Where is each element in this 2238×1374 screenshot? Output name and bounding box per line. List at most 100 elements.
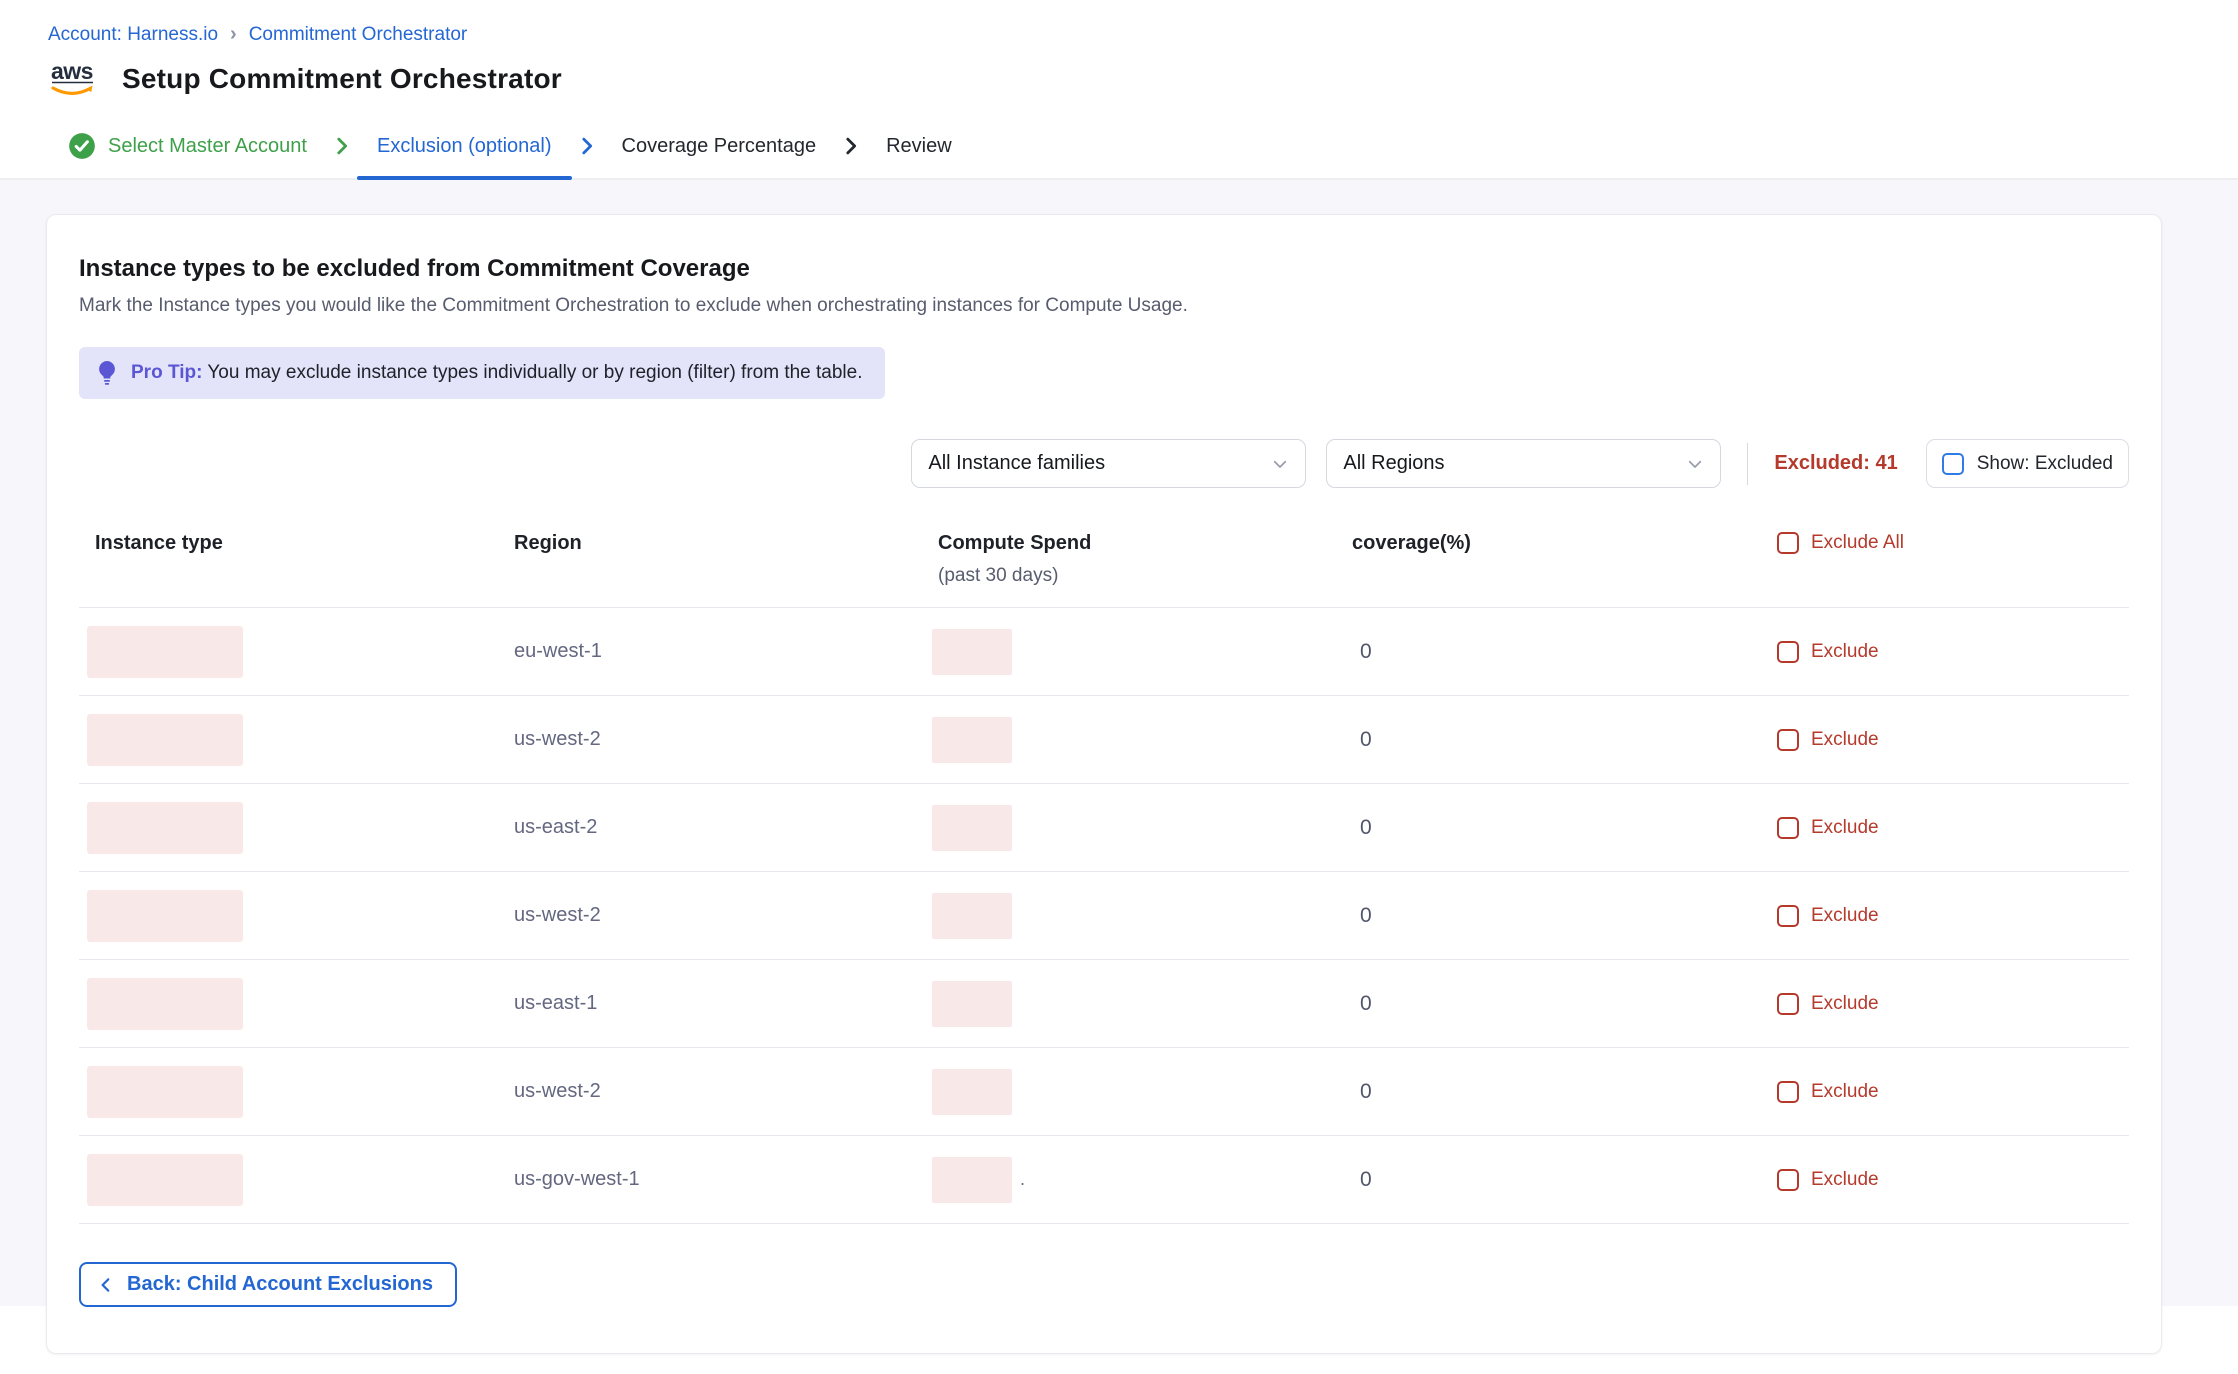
col-header-compute-spend: Compute Spend (past 30 days) [938, 532, 1352, 587]
step-label: Review [886, 135, 952, 158]
exclude-label: Exclude [1811, 729, 1879, 751]
exclude-control[interactable]: Exclude [1747, 1081, 2129, 1103]
table-row: us-west-2 0 Exclude [79, 872, 2129, 960]
step-label: Select Master Account [108, 135, 307, 158]
exclude-label: Exclude [1811, 817, 1879, 839]
instance-type-redacted [87, 714, 243, 766]
section-title: Instance types to be excluded from Commi… [79, 255, 2129, 283]
coverage-cell: 0 [1352, 904, 1747, 928]
instance-type-cell [79, 1066, 514, 1118]
exclude-label: Exclude [1811, 905, 1879, 927]
exclude-checkbox[interactable] [1777, 729, 1799, 751]
instance-type-redacted [87, 1154, 243, 1206]
regions-value: All Regions [1343, 452, 1444, 475]
instance-families-dropdown[interactable]: All Instance families [911, 439, 1306, 488]
exclude-control[interactable]: Exclude [1747, 905, 2129, 927]
exclude-checkbox[interactable] [1777, 905, 1799, 927]
coverage-cell: 0 [1352, 1168, 1747, 1192]
exclude-checkbox[interactable] [1777, 817, 1799, 839]
exclude-control[interactable]: Exclude [1747, 729, 2129, 751]
instance-type-redacted [87, 978, 243, 1030]
breadcrumb-page-link[interactable]: Commitment Orchestrator [249, 24, 468, 46]
compute-spend-cell: . [938, 1157, 1352, 1203]
exclude-label: Exclude [1811, 993, 1879, 1015]
compute-spend-redacted [932, 1069, 1012, 1115]
show-excluded-toggle[interactable]: Show: Excluded [1926, 439, 2129, 488]
table-row: us-east-2 0 Exclude [79, 784, 2129, 872]
compute-spend-cell [938, 717, 1352, 763]
show-excluded-label: Show: Excluded [1977, 453, 2113, 475]
step-label: Exclusion (optional) [377, 135, 552, 158]
region-cell: us-west-2 [514, 1080, 938, 1103]
step-exclusion-optional[interactable]: Exclusion (optional) [357, 114, 572, 178]
table-row: us-west-2 0 Exclude [79, 1048, 2129, 1136]
excluded-count: Excluded: 41 [1774, 452, 1897, 475]
vertical-divider [1747, 443, 1748, 485]
compute-spend-redacted [932, 893, 1012, 939]
check-circle-icon [68, 132, 96, 160]
exclude-control[interactable]: Exclude [1747, 817, 2129, 839]
show-excluded-checkbox[interactable] [1942, 453, 1964, 475]
exclude-control[interactable]: Exclude [1747, 1169, 2129, 1191]
step-review[interactable]: Review [866, 114, 972, 178]
pro-tip-banner: Pro Tip: You may exclude instance types … [79, 347, 885, 399]
breadcrumb-account-link[interactable]: Account: Harness.io [48, 24, 218, 46]
instance-type-redacted [87, 890, 243, 942]
coverage-cell: 0 [1352, 1080, 1747, 1104]
exclude-all-control[interactable]: Exclude All [1747, 532, 2129, 554]
bulb-icon [95, 360, 119, 386]
step-label: Coverage Percentage [622, 135, 817, 158]
instance-type-cell [79, 890, 514, 942]
section-subtitle: Mark the Instance types you would like t… [79, 295, 2129, 317]
chevron-left-icon [97, 1276, 115, 1294]
compute-spend-cell [938, 981, 1352, 1027]
spend-suffix: . [1020, 1169, 1025, 1190]
exclude-control[interactable]: Exclude [1747, 641, 2129, 663]
exclude-all-checkbox[interactable] [1777, 532, 1799, 554]
back-button-label: Back: Child Account Exclusions [127, 1273, 433, 1296]
exclude-checkbox[interactable] [1777, 1169, 1799, 1191]
exclude-control[interactable]: Exclude [1747, 993, 2129, 1015]
step-coverage-percentage[interactable]: Coverage Percentage [602, 114, 837, 178]
compute-spend-redacted [932, 629, 1012, 675]
compute-spend-cell [938, 629, 1352, 675]
chevron-right-icon [576, 135, 598, 157]
instance-type-cell [79, 1154, 514, 1206]
chevron-down-icon [1686, 455, 1704, 473]
step-select-master-account[interactable]: Select Master Account [48, 114, 327, 178]
aws-logo-icon: aws [48, 58, 106, 100]
content-area: Instance types to be excluded from Commi… [0, 180, 2238, 1306]
pro-tip-text: You may exclude instance types individua… [207, 362, 862, 383]
table-body: eu-west-1 0 Exclude us-west-2 0 Exclude … [79, 608, 2129, 1224]
col-header-instance-type: Instance type [79, 532, 514, 555]
back-button[interactable]: Back: Child Account Exclusions [79, 1262, 457, 1307]
page-header: Account: Harness.io › Commitment Orchest… [0, 0, 2238, 114]
instance-type-redacted [87, 626, 243, 678]
instance-type-cell [79, 802, 514, 854]
instance-type-redacted [87, 802, 243, 854]
instance-type-cell [79, 714, 514, 766]
instance-type-cell [79, 626, 514, 678]
breadcrumb-separator-icon: › [230, 24, 237, 44]
chevron-right-icon [331, 135, 353, 157]
table-row: us-west-2 0 Exclude [79, 696, 2129, 784]
chevron-down-icon [1271, 455, 1289, 473]
regions-dropdown[interactable]: All Regions [1326, 439, 1721, 488]
coverage-cell: 0 [1352, 640, 1747, 664]
exclude-label: Exclude [1811, 1169, 1879, 1191]
filters-row: All Instance families All Regions Exclud… [79, 439, 2129, 488]
region-cell: us-gov-west-1 [514, 1168, 938, 1191]
exclude-label: Exclude [1811, 1081, 1879, 1103]
exclusion-table: Instance type Region Compute Spend (past… [79, 532, 2129, 1224]
instance-type-cell [79, 978, 514, 1030]
table-row: us-gov-west-1 . 0 Exclude [79, 1136, 2129, 1224]
compute-spend-title: Compute Spend [938, 532, 1091, 554]
exclude-checkbox[interactable] [1777, 1081, 1799, 1103]
coverage-cell: 0 [1352, 992, 1747, 1016]
compute-spend-redacted [932, 717, 1012, 763]
exclude-checkbox[interactable] [1777, 993, 1799, 1015]
exclude-checkbox[interactable] [1777, 641, 1799, 663]
compute-spend-redacted [932, 805, 1012, 851]
instance-families-value: All Instance families [928, 452, 1105, 475]
col-header-coverage: coverage(%) [1352, 532, 1747, 555]
